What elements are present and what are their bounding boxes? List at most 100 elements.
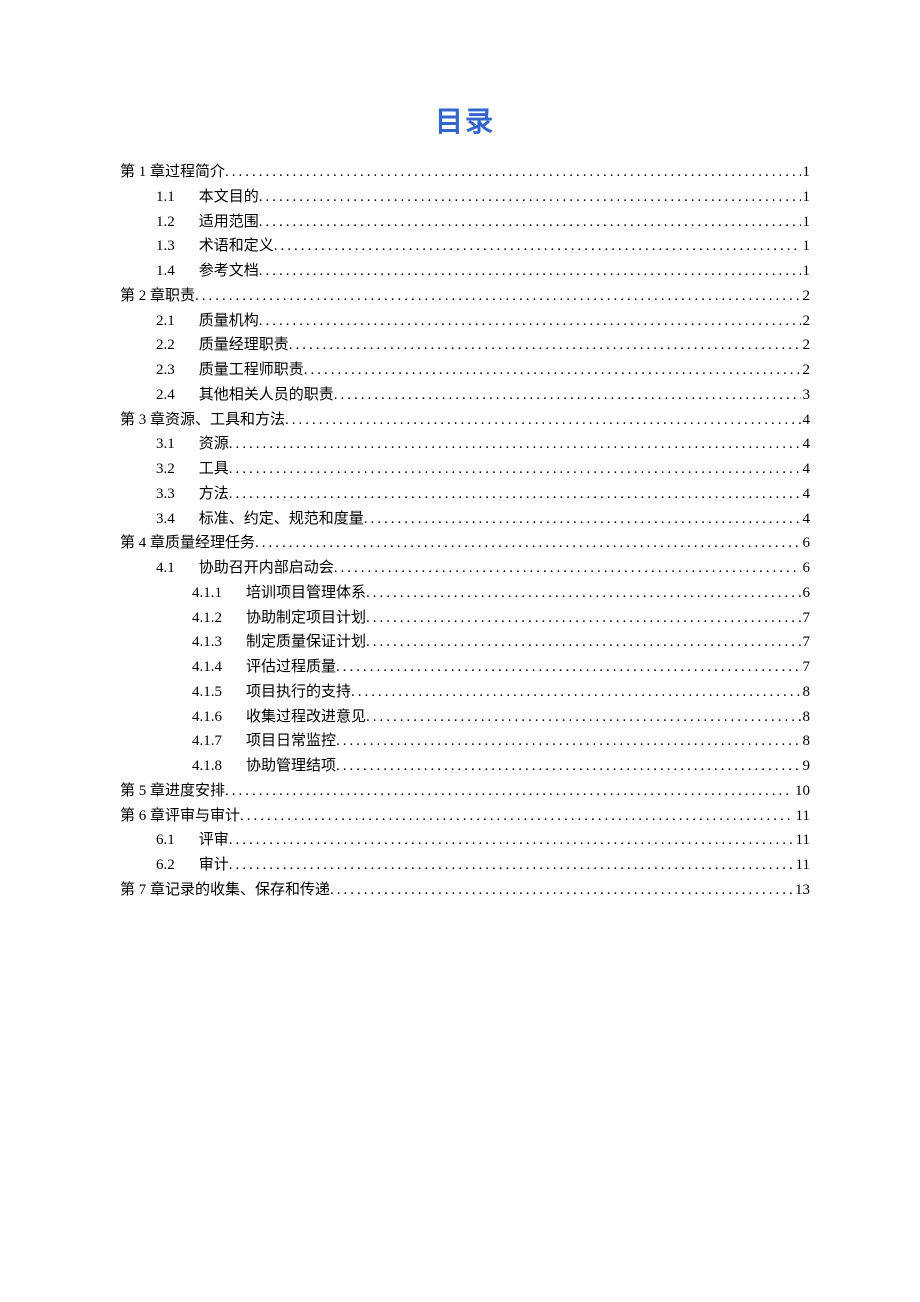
toc-dots xyxy=(225,160,800,185)
toc-entry[interactable]: 第 2 章 职责2 xyxy=(120,284,810,309)
toc-entry-page: 3 xyxy=(801,383,811,408)
toc-entry[interactable]: 3.2工具4 xyxy=(120,457,810,482)
toc-entry-page: 2 xyxy=(801,358,811,383)
toc-entry-label: 协助召开内部启动会 xyxy=(199,556,334,581)
toc-entry[interactable]: 1.3术语和定义1 xyxy=(120,234,810,259)
toc-dots xyxy=(274,234,801,259)
toc-entry-number: 第 1 章 xyxy=(120,160,165,185)
toc-dots xyxy=(229,432,801,457)
toc-dots xyxy=(259,259,801,284)
toc-entry-page: 4 xyxy=(801,432,811,457)
toc-entry[interactable]: 第 1 章 过程简介 1 xyxy=(120,160,810,185)
toc-entry[interactable]: 4.1.3 制定质量保证计划 7 xyxy=(120,630,810,655)
toc-entry[interactable]: 4.1.7 项目日常监控 8 xyxy=(120,729,810,754)
toc-entry-label: 过程简介 xyxy=(165,160,225,185)
toc-entry[interactable]: 2.2质量经理职责2 xyxy=(120,333,810,358)
toc-entry-number: 6.1 xyxy=(156,828,175,853)
toc-entry-label: 质量机构 xyxy=(199,309,259,334)
toc-entry[interactable]: 第 3 章 资源、工具和方法4 xyxy=(120,408,810,433)
toc-dots xyxy=(366,705,800,730)
toc-entry[interactable]: 2.1质量机构2 xyxy=(120,309,810,334)
toc-entry-label: 项目执行的支持 xyxy=(246,680,351,705)
toc-entry[interactable]: 3.3方法4 xyxy=(120,482,810,507)
toc-entry-number: 1.2 xyxy=(156,210,175,235)
toc-dots xyxy=(330,878,793,903)
toc-entry-number: 第 5 章 xyxy=(120,779,165,804)
toc-entry-label: 资源、工具和方法 xyxy=(165,408,285,433)
toc-list: 第 1 章 过程简介11.1本文目的11.2适用范围11.3术语和定义11.4参… xyxy=(120,160,810,903)
toc-entry-label: 协助制定项目计划 xyxy=(246,606,366,631)
toc-entry[interactable]: 4.1.6收集过程改进意见8 xyxy=(120,705,810,730)
toc-dots xyxy=(364,507,801,532)
toc-entry-page: 2 xyxy=(801,309,811,334)
toc-entry-page: 2 xyxy=(801,333,811,358)
toc-entry[interactable]: 3.1资源4 xyxy=(120,432,810,457)
toc-entry-number: 6.2 xyxy=(156,853,175,878)
toc-entry-label: 术语和定义 xyxy=(199,234,274,259)
toc-entry-page: 8 xyxy=(801,705,811,730)
toc-entry-page: 8 xyxy=(801,729,811,754)
toc-entry[interactable]: 4.1.1培训项目管理体系6 xyxy=(120,581,810,606)
toc-dots xyxy=(334,556,801,581)
toc-entry-number: 4.1.5 xyxy=(192,680,222,705)
toc-entry-number: 4.1.3 xyxy=(192,630,222,655)
toc-entry-page: 2 xyxy=(801,284,811,309)
toc-entry-page: 1 xyxy=(801,259,811,284)
toc-dots xyxy=(285,408,800,433)
toc-entry-label: 协助管理结项 xyxy=(246,754,336,779)
toc-entry-page: 6 xyxy=(801,556,811,581)
toc-entry[interactable]: 4.1.5 项目执行的支持 8 xyxy=(120,680,810,705)
toc-entry[interactable]: 4.1.4评估过程质量7 xyxy=(120,655,810,680)
toc-entry[interactable]: 4.1.8协助管理结项9 xyxy=(120,754,810,779)
toc-entry[interactable]: 1.1本文目的1 xyxy=(120,185,810,210)
toc-entry-page: 11 xyxy=(794,828,810,853)
toc-entry[interactable]: 第 7 章 记录的收集、保存和传递13 xyxy=(120,878,810,903)
toc-entry[interactable]: 第 4 章 质量经理任务6 xyxy=(120,531,810,556)
toc-entry[interactable]: 3.4标准、约定、规范和度量4 xyxy=(120,507,810,532)
toc-entry-number: 2.4 xyxy=(156,383,175,408)
toc-entry[interactable]: 4.1协助召开内部启动会6 xyxy=(120,556,810,581)
toc-dots xyxy=(351,680,800,705)
toc-entry-page: 9 xyxy=(801,754,811,779)
toc-entry-number: 3.4 xyxy=(156,507,175,532)
toc-entry-label: 质量经理任务 xyxy=(165,531,255,556)
toc-entry-label: 制定质量保证计划 xyxy=(246,630,366,655)
toc-entry-label: 项目日常监控 xyxy=(246,729,336,754)
toc-entry[interactable]: 第 6 章 评审与审计11 xyxy=(120,804,810,829)
toc-entry-page: 7 xyxy=(801,655,811,680)
toc-dots xyxy=(366,581,800,606)
toc-entry-number: 第 7 章 xyxy=(120,878,165,903)
toc-entry-label: 职责 xyxy=(165,284,195,309)
toc-entry[interactable]: 2.3质量工程师职责2 xyxy=(120,358,810,383)
toc-entry[interactable]: 6.1 评审 11 xyxy=(120,828,810,853)
toc-entry-page: 10 xyxy=(793,779,810,804)
toc-dots xyxy=(229,457,801,482)
toc-entry-number: 4.1.7 xyxy=(192,729,222,754)
toc-entry-number: 1.4 xyxy=(156,259,175,284)
toc-entry[interactable]: 2.4其他相关人员的职责3 xyxy=(120,383,810,408)
toc-entry-page: 13 xyxy=(793,878,810,903)
toc-entry-number: 3.1 xyxy=(156,432,175,457)
toc-entry[interactable]: 6.2审计11 xyxy=(120,853,810,878)
toc-entry-number: 3.2 xyxy=(156,457,175,482)
toc-title: 目录 xyxy=(120,100,810,140)
toc-entry[interactable]: 第 5 章 进度安排10 xyxy=(120,779,810,804)
toc-dots xyxy=(366,630,800,655)
toc-dots xyxy=(255,531,800,556)
toc-dots xyxy=(259,185,801,210)
toc-entry-page: 6 xyxy=(801,581,811,606)
toc-entry-label: 评审 xyxy=(199,828,229,853)
toc-entry-label: 培训项目管理体系 xyxy=(246,581,366,606)
toc-entry[interactable]: 1.2适用范围1 xyxy=(120,210,810,235)
toc-entry-number: 2.3 xyxy=(156,358,175,383)
toc-entry-number: 第 3 章 xyxy=(120,408,165,433)
toc-entry-page: 8 xyxy=(801,680,811,705)
toc-entry-page: 1 xyxy=(801,160,811,185)
toc-entry-page: 7 xyxy=(801,630,811,655)
toc-dots xyxy=(240,804,794,829)
toc-entry-page: 4 xyxy=(801,482,811,507)
toc-dots xyxy=(225,779,793,804)
toc-entry[interactable]: 4.1.2协助制定项目计划7 xyxy=(120,606,810,631)
toc-entry[interactable]: 1.4参考文档1 xyxy=(120,259,810,284)
toc-dots xyxy=(366,606,800,631)
